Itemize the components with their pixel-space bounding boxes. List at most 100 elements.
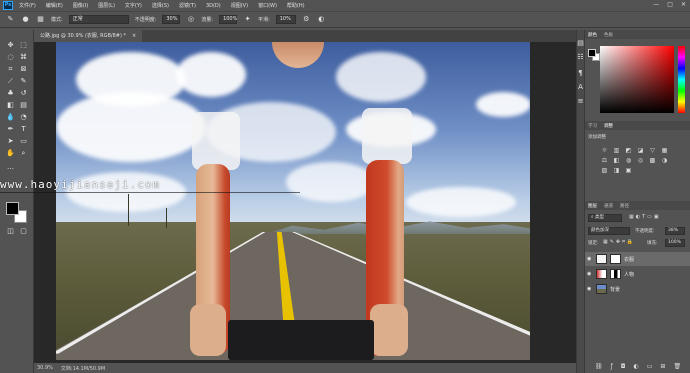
menu-file[interactable]: 文件(F) xyxy=(19,2,36,9)
history-brush-icon[interactable]: ↺ xyxy=(18,88,29,98)
adjustment-layer-icon[interactable]: ◐ xyxy=(634,363,639,370)
hue-sat-icon[interactable]: ▦ xyxy=(661,147,668,154)
blend-mode-select[interactable]: 颜色加深 xyxy=(588,227,630,235)
menu-window[interactable]: 窗口(W) xyxy=(258,2,277,9)
brush-panel-icon[interactable]: ▦ xyxy=(36,15,45,24)
brush-tool-icon[interactable]: ✎ xyxy=(18,76,29,86)
photo-filter-icon[interactable]: ◍ xyxy=(625,157,632,164)
lasso-tool-icon[interactable]: ◌ xyxy=(5,52,16,62)
gear-icon[interactable]: ⚙ xyxy=(302,15,311,24)
vibrance-icon[interactable]: ▽ xyxy=(649,147,656,154)
menu-help[interactable]: 帮助(H) xyxy=(287,2,305,9)
eye-icon[interactable]: ◉ xyxy=(587,271,593,277)
invert-icon[interactable]: ◑ xyxy=(661,157,668,164)
trash-icon[interactable]: 🗑 xyxy=(673,363,681,370)
tab-color[interactable]: 颜色 xyxy=(588,32,597,38)
layer-filter-icons[interactable]: ▦◐T▭▣ xyxy=(629,214,661,220)
eyedropper-tool-icon[interactable]: ⟋ xyxy=(5,76,16,86)
smooth-field[interactable]: 10% xyxy=(275,15,296,24)
move-tool-icon[interactable]: ✥ xyxy=(5,40,16,50)
marquee-tool-icon[interactable]: ⬚ xyxy=(18,40,29,50)
color-balance-icon[interactable]: ⚖ xyxy=(601,157,608,164)
layer-opacity-field[interactable]: 38% xyxy=(665,227,685,235)
screen-mode-icon[interactable]: ▢ xyxy=(18,226,29,236)
menu-type[interactable]: 文字(Y) xyxy=(125,2,142,9)
layer-name[interactable]: 背景 xyxy=(610,286,620,293)
dodge-tool-icon[interactable]: ◔ xyxy=(18,112,29,122)
panel-foreground-swatch[interactable] xyxy=(588,49,596,57)
new-layer-icon[interactable]: ⊞ xyxy=(660,363,665,370)
foreground-color-swatch[interactable] xyxy=(6,202,19,215)
layer-row[interactable]: ◉ 衣服 xyxy=(585,252,690,266)
tab-channels[interactable]: 通道 xyxy=(604,203,613,209)
add-mask-icon[interactable]: ◘ xyxy=(621,363,626,370)
layer-mask-thumbnail[interactable] xyxy=(610,254,621,264)
crop-tool-icon[interactable]: ⌗ xyxy=(5,64,16,74)
brightness-icon[interactable]: ☼ xyxy=(601,147,608,154)
document-tab[interactable]: 公路.jpg @ 30.9% (衣服, RGB/8#) * × xyxy=(34,30,143,42)
airbrush-icon[interactable]: ✦ xyxy=(243,15,252,24)
layer-mask-thumbnail[interactable] xyxy=(610,269,621,279)
pen-tool-icon[interactable]: ✒ xyxy=(5,124,16,134)
brush-preset-icon[interactable]: ● xyxy=(21,15,30,24)
fill-field[interactable]: 100% xyxy=(665,239,685,247)
mode-select[interactable]: 正常 xyxy=(68,15,129,24)
menu-filter[interactable]: 滤镜(T) xyxy=(179,2,196,9)
threshold-icon[interactable]: ◨ xyxy=(613,167,620,174)
layer-name[interactable]: 衣服 xyxy=(624,256,634,263)
posterize-icon[interactable]: ▨ xyxy=(601,167,608,174)
fx-icon[interactable]: ƒ xyxy=(611,363,613,370)
close-tab-button[interactable]: × xyxy=(132,30,136,42)
stamp-tool-icon[interactable]: ♣ xyxy=(5,88,16,98)
link-layers-icon[interactable]: ⛓ xyxy=(595,363,603,370)
quick-select-tool-icon[interactable]: ⌘ xyxy=(18,52,29,62)
shape-tool-icon[interactable]: ▭ xyxy=(18,136,29,146)
tab-layers[interactable]: 图层 xyxy=(588,203,597,209)
close-window-button[interactable]: ✕ xyxy=(681,1,686,8)
brush-angle-icon[interactable]: ◐ xyxy=(317,15,326,24)
selective-color-icon[interactable]: ▣ xyxy=(625,167,632,174)
menu-image[interactable]: 图像(I) xyxy=(73,2,88,9)
black-white-icon[interactable]: ◧ xyxy=(613,157,620,164)
levels-icon[interactable]: ▥ xyxy=(613,147,620,154)
eraser-tool-icon[interactable]: ◧ xyxy=(5,100,16,110)
color-picker-field[interactable] xyxy=(600,46,674,113)
gradient-tool-icon[interactable]: ▤ xyxy=(18,100,29,110)
canvas-image[interactable] xyxy=(56,42,530,360)
zoom-level[interactable]: 30.9% xyxy=(37,365,53,371)
hue-slider[interactable] xyxy=(678,46,685,113)
minimize-button[interactable]: — xyxy=(653,1,659,8)
color-lookup-icon[interactable]: ▩ xyxy=(649,157,656,164)
eye-icon[interactable]: ◉ xyxy=(587,286,593,292)
eye-icon[interactable]: ◉ xyxy=(587,256,593,262)
menu-layer[interactable]: 图层(L) xyxy=(98,2,115,9)
menu-select[interactable]: 选择(S) xyxy=(152,2,169,9)
tab-learn[interactable]: 学习 xyxy=(588,123,597,129)
frame-tool-icon[interactable]: ⊠ xyxy=(18,64,29,74)
type-tool-icon[interactable]: T xyxy=(18,124,29,134)
zoom-tool-icon[interactable]: ⌕ xyxy=(18,148,29,158)
maximize-button[interactable]: □ xyxy=(667,1,673,8)
tab-paths[interactable]: 路径 xyxy=(620,203,629,209)
layer-row[interactable]: ◉ 人物 xyxy=(585,267,690,281)
layer-name[interactable]: 人物 xyxy=(624,271,634,278)
menu-3d[interactable]: 3D(D) xyxy=(206,3,221,9)
pressure-opacity-icon[interactable]: ◎ xyxy=(186,15,195,24)
blur-tool-icon[interactable]: 💧 xyxy=(5,112,16,122)
layer-filter-select[interactable]: ⌕ 类型 xyxy=(588,214,622,222)
flow-field[interactable]: 100% xyxy=(219,15,237,24)
brush-tool-icon[interactable]: ✎ xyxy=(6,15,15,24)
document-info[interactable]: 文档:14.1M/50.9M xyxy=(61,365,105,372)
exposure-icon[interactable]: ◪ xyxy=(637,147,644,154)
more-tools-icon[interactable]: … xyxy=(5,162,16,172)
lock-icons[interactable]: ▦✎✥⌗🔒 xyxy=(603,239,635,245)
tab-swatches[interactable]: 色板 xyxy=(604,32,613,38)
channel-mixer-icon[interactable]: ◎ xyxy=(637,157,644,164)
menu-edit[interactable]: 编辑(E) xyxy=(46,2,63,9)
path-select-tool-icon[interactable]: ➤ xyxy=(5,136,16,146)
tab-adjustments[interactable]: 调整 xyxy=(604,123,613,129)
curves-icon[interactable]: ◩ xyxy=(625,147,632,154)
opacity-field[interactable]: 30% xyxy=(162,15,181,24)
menu-view[interactable]: 视图(V) xyxy=(231,2,248,9)
folder-icon[interactable]: ▭ xyxy=(647,363,653,370)
